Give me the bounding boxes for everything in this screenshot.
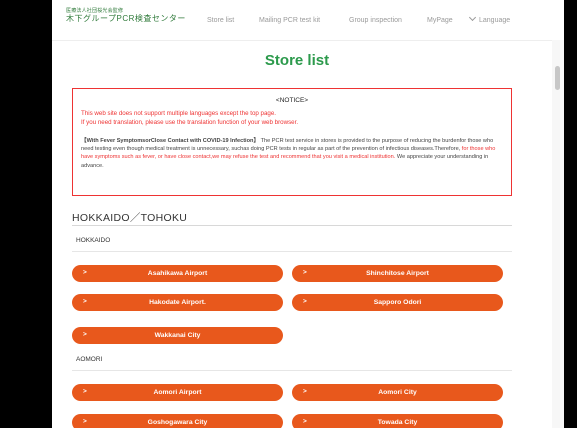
- store-button-label: Aomori City: [378, 389, 417, 396]
- nav-language-label: Language: [479, 17, 511, 24]
- notice-line-1: This web site does not support multiple …: [81, 110, 277, 117]
- nav-group-inspection[interactable]: Group inspection: [349, 17, 402, 24]
- chevron-right-icon: >: [303, 298, 307, 305]
- region-divider: [72, 225, 512, 226]
- chevron-right-icon: >: [83, 388, 87, 395]
- site-header: 医療法人社団桜光会監修 木下グループPCR検査センター Store list M…: [52, 0, 564, 41]
- store-button-hakodate-airport[interactable]: > Hakodate Airport.: [72, 294, 283, 311]
- store-button-towada-city[interactable]: > Towada City: [292, 414, 503, 428]
- store-button-shinchitose-airport[interactable]: > Shinchitose Airport: [292, 265, 503, 282]
- browser-viewport: 医療法人社団桜光会監修 木下グループPCR検査センター Store list M…: [52, 0, 564, 428]
- store-button-label: Aomori Airport: [153, 389, 202, 396]
- chevron-right-icon: >: [83, 298, 87, 305]
- region-heading: HOKKAIDO／TOHOKU: [72, 212, 188, 224]
- logo-title: 木下グループPCR検査センター: [66, 14, 186, 23]
- nav-mailing-pcr-kit[interactable]: Mailing PCR test kit: [259, 17, 320, 24]
- scrollbar-thumb[interactable]: [555, 66, 560, 90]
- prefecture-heading-aomori: AOMORI: [76, 356, 103, 363]
- store-button-label: Towada City: [377, 419, 418, 426]
- nav-store-list[interactable]: Store list: [207, 17, 234, 24]
- store-button-label: Asahikawa Airport: [147, 270, 208, 277]
- store-button-sapporo-odori[interactable]: > Sapporo Odori: [292, 294, 503, 311]
- store-button-asahikawa-airport[interactable]: > Asahikawa Airport: [72, 265, 283, 282]
- prefecture-divider: [72, 370, 512, 371]
- nav-language[interactable]: Language: [468, 13, 511, 24]
- store-button-label: Shinchitose Airport: [366, 270, 429, 277]
- page-title: Store list: [264, 52, 330, 69]
- chevron-right-icon: >: [303, 418, 307, 425]
- notice-line-2: If you need translation, please use the …: [81, 119, 299, 126]
- scrollbar-track[interactable]: [552, 40, 564, 428]
- chevron-right-icon: >: [83, 418, 87, 425]
- chevron-right-icon: >: [303, 388, 307, 395]
- notice-body-heading: 【With Fever SymptomsorClose Contact with…: [81, 138, 260, 144]
- notice-title: <NOTICE>: [275, 97, 309, 104]
- chevron-right-icon: >: [83, 269, 87, 276]
- prefecture-divider: [72, 251, 512, 252]
- chevron-down-icon: [468, 13, 477, 22]
- store-button-label: Sapporo Odori: [373, 299, 422, 306]
- store-button-label: Goshogawara City: [147, 419, 208, 426]
- store-button-aomori-city[interactable]: > Aomori City: [292, 384, 503, 401]
- chevron-right-icon: >: [303, 269, 307, 276]
- nav-mypage[interactable]: MyPage: [427, 17, 453, 24]
- store-button-aomori-airport[interactable]: > Aomori Airport: [72, 384, 283, 401]
- store-button-goshogawara-city[interactable]: > Goshogawara City: [72, 414, 283, 428]
- chevron-right-icon: >: [83, 331, 87, 338]
- store-button-wakkanai-city[interactable]: > Wakkanai City: [72, 327, 283, 344]
- prefecture-heading-hokkaido: HOKKAIDO: [76, 237, 111, 244]
- notice-box: <NOTICE> This web site does not support …: [72, 88, 512, 196]
- notice-body: 【With Fever SymptomsorClose Contact with…: [81, 137, 503, 170]
- store-button-label: Wakkanai City: [154, 332, 201, 339]
- store-button-label: Hakodate Airport.: [149, 299, 206, 306]
- site-logo[interactable]: 医療法人社団桜光会監修 木下グループPCR検査センター: [66, 8, 186, 24]
